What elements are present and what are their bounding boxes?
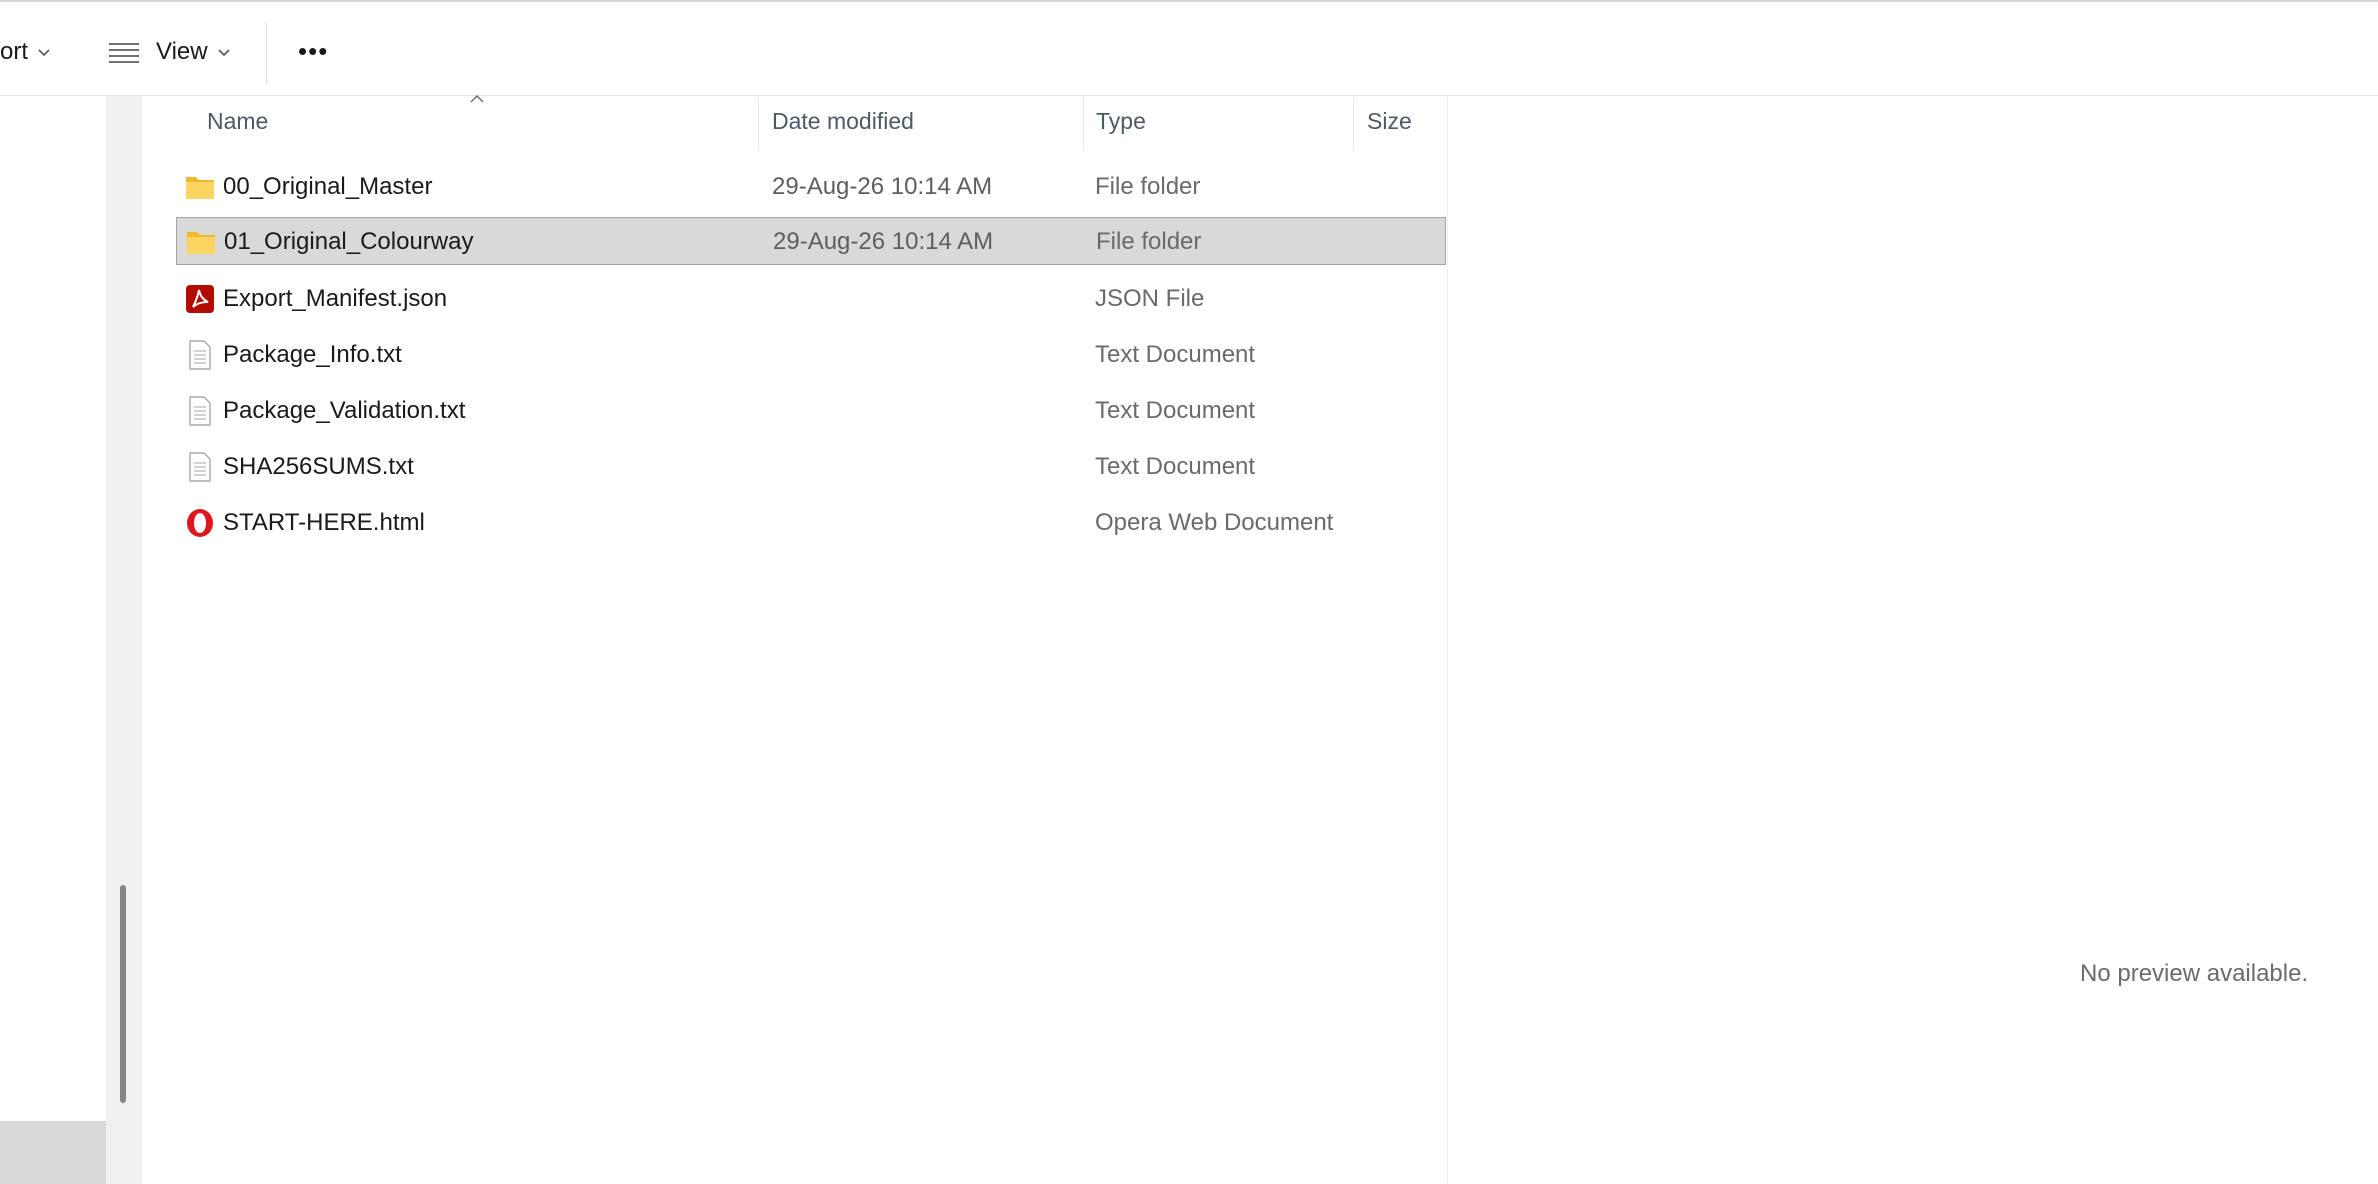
- file-type: File folder: [1096, 228, 1202, 255]
- sort-button[interactable]: ort: [0, 22, 60, 84]
- file-row[interactable]: START-HERE.html Opera Web Document: [176, 499, 1446, 547]
- opera-icon: [187, 509, 213, 537]
- preview-pane: [1449, 96, 2378, 1184]
- sort-label: ort: [0, 38, 29, 65]
- view-list-icon: [109, 43, 139, 63]
- column-divider[interactable]: [758, 97, 759, 149]
- chevron-down-icon: [38, 49, 50, 57]
- file-name: START-HERE.html: [223, 509, 425, 536]
- file-name: Export_Manifest.json: [223, 285, 448, 312]
- sort-ascending-icon: [470, 95, 484, 103]
- file-type: Text Document: [1095, 341, 1256, 368]
- column-header-date-modified[interactable]: Date modified: [772, 108, 914, 135]
- file-row[interactable]: Export_Manifest.json JSON File: [176, 275, 1446, 323]
- see-more-button[interactable]: •••: [290, 22, 346, 84]
- file-row[interactable]: 00_Original_Master 29-Aug-26 10:14 AM Fi…: [176, 163, 1446, 211]
- file-row[interactable]: Package_Info.txt Text Document: [176, 331, 1446, 379]
- file-type: Text Document: [1095, 453, 1256, 480]
- column-divider[interactable]: [1083, 97, 1084, 149]
- folder-icon: [186, 177, 214, 199]
- pdf-app-icon: [186, 285, 214, 313]
- chevron-down-icon: [218, 49, 230, 57]
- view-button[interactable]: View: [100, 22, 240, 84]
- file-name: 00_Original_Master: [223, 173, 433, 200]
- command-bar: ort View •••: [0, 0, 2378, 96]
- no-preview-message: No preview available.: [2080, 960, 2309, 987]
- text-document-icon: [189, 452, 211, 482]
- view-label: View: [156, 38, 208, 65]
- file-date: 29-Aug-26 10:14 AM: [772, 173, 993, 200]
- more-icon: •••: [298, 36, 329, 66]
- file-row-selected[interactable]: 01_Original_Colourway 29-Aug-26 10:14 AM…: [176, 217, 1446, 265]
- file-row[interactable]: SHA256SUMS.txt Text Document: [176, 443, 1446, 491]
- toolbar-divider: [266, 22, 267, 84]
- column-divider[interactable]: [1353, 97, 1354, 149]
- file-type: Opera Web Document: [1095, 509, 1334, 536]
- file-row[interactable]: Package_Validation.txt Text Document: [176, 387, 1446, 435]
- file-name: Package_Info.txt: [223, 341, 402, 368]
- column-header-name[interactable]: Name: [207, 108, 268, 135]
- folder-icon: [187, 232, 215, 254]
- file-date: 29-Aug-26 10:14 AM: [773, 228, 994, 255]
- file-name: Package_Validation.txt: [223, 397, 466, 424]
- navigation-scrollbar-thumb[interactable]: [120, 885, 126, 1103]
- file-type: File folder: [1095, 173, 1201, 200]
- file-name: 01_Original_Colourway: [224, 228, 474, 255]
- column-header-size[interactable]: Size: [1367, 108, 1412, 135]
- text-document-icon: [189, 340, 211, 370]
- file-type: JSON File: [1095, 285, 1205, 312]
- file-name: SHA256SUMS.txt: [223, 453, 414, 480]
- navigation-pane: [0, 96, 106, 1184]
- text-document-icon: [189, 396, 211, 426]
- column-header-type[interactable]: Type: [1096, 108, 1146, 135]
- file-type: Text Document: [1095, 397, 1256, 424]
- nav-selected-item[interactable]: [0, 1121, 106, 1184]
